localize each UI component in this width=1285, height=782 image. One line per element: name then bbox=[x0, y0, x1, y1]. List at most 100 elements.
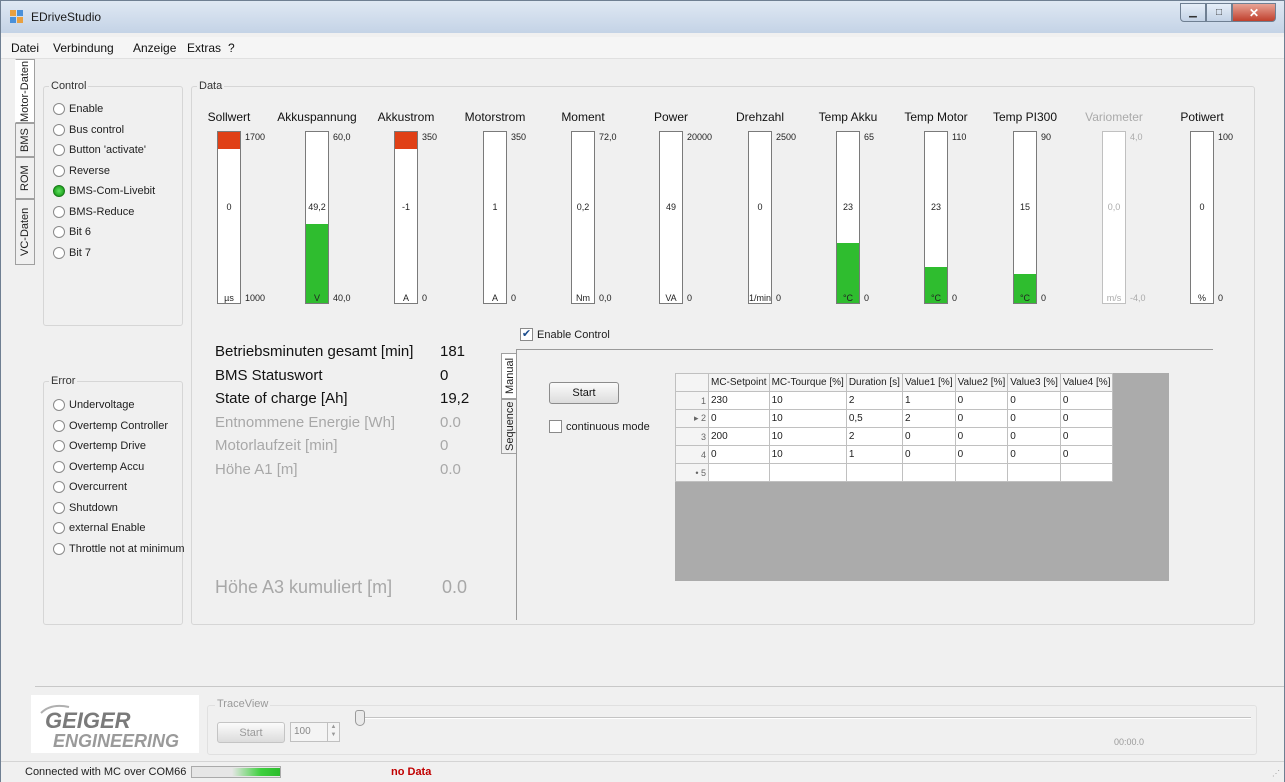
table-cell[interactable]: 0 bbox=[954, 427, 1009, 446]
control-radio[interactable]: Reverse bbox=[53, 164, 110, 178]
meter-max: 350 bbox=[422, 132, 438, 142]
column-header[interactable]: Value1 [%] bbox=[901, 373, 956, 392]
table-cell[interactable] bbox=[1059, 463, 1114, 482]
column-header[interactable]: Value3 [%] bbox=[1007, 373, 1061, 392]
meter-max: 110 bbox=[952, 132, 967, 142]
menu-anzeige[interactable]: Anzeige bbox=[133, 41, 176, 55]
control-radio[interactable]: Bit 7 bbox=[53, 246, 91, 260]
table-cell[interactable]: 10 bbox=[768, 409, 847, 428]
table-cell[interactable]: 0,5 bbox=[845, 409, 903, 428]
trace-count-stepper[interactable]: 100 ▲ ▼ bbox=[290, 722, 340, 742]
table-cell[interactable]: 0 bbox=[954, 391, 1009, 410]
table-cell[interactable]: 0 bbox=[1007, 409, 1061, 428]
table-cell[interactable]: 0 bbox=[901, 427, 956, 446]
table-row[interactable]: 1 230 10 2 1 0 0 0 bbox=[675, 391, 1114, 410]
control-radio[interactable]: BMS-Reduce bbox=[53, 205, 134, 219]
stat-value: 0 bbox=[440, 437, 449, 454]
control-radio[interactable]: Enable bbox=[53, 102, 103, 116]
table-cell[interactable]: 10 bbox=[768, 427, 847, 446]
maximize-button[interactable]: □ bbox=[1206, 3, 1232, 22]
traceview-label: TraceView bbox=[215, 698, 271, 710]
table-cell[interactable] bbox=[1007, 463, 1061, 482]
table-cell[interactable]: 0 bbox=[1059, 391, 1114, 410]
stat-label: Entnommene Energie [Wh] bbox=[215, 413, 396, 431]
table-cell[interactable]: 0 bbox=[1007, 391, 1061, 410]
control-radio[interactable]: BMS-Com-Livebit bbox=[53, 184, 155, 198]
spin-arrows-icon[interactable]: ▲ ▼ bbox=[327, 723, 339, 741]
tab-motor-daten[interactable]: Motor-Daten bbox=[15, 59, 35, 123]
table-cell[interactable]: 0 bbox=[1007, 445, 1061, 464]
meter-title: Temp PI300 bbox=[992, 110, 1058, 124]
tab-bms[interactable]: BMS bbox=[15, 123, 35, 157]
control-radio[interactable]: Button 'activate' bbox=[53, 143, 146, 157]
control-radio-label: Bit 7 bbox=[69, 246, 92, 259]
row-header[interactable]: 1 bbox=[675, 391, 709, 410]
menu-datei[interactable]: Datei bbox=[11, 41, 39, 55]
row-header[interactable]: • 5 bbox=[675, 463, 709, 482]
table-cell[interactable]: 2 bbox=[845, 427, 903, 446]
table-cell[interactable] bbox=[845, 463, 903, 482]
hoehe-a3-value: 0.0 bbox=[442, 577, 468, 597]
row-header[interactable]: 3 bbox=[675, 427, 709, 446]
trace-start-button[interactable]: Start bbox=[217, 722, 285, 743]
table-cell[interactable]: 1 bbox=[845, 445, 903, 464]
table-cell[interactable]: 1 bbox=[901, 391, 956, 410]
enable-control-checkbox[interactable]: ✔ Enable Control bbox=[520, 328, 610, 341]
table-cell[interactable]: 2 bbox=[901, 409, 956, 428]
menu-verbindung[interactable]: Verbindung bbox=[53, 41, 114, 55]
control-radio[interactable]: Bus control bbox=[53, 123, 124, 137]
column-header[interactable]: Value2 [%] bbox=[954, 373, 1009, 392]
table-cell[interactable]: 0 bbox=[1059, 445, 1114, 464]
column-header[interactable]: MC-Setpoint bbox=[708, 373, 770, 392]
row-header[interactable]: 4 bbox=[675, 445, 709, 464]
table-cell[interactable]: 0 bbox=[901, 445, 956, 464]
column-header[interactable]: Value4 [%] bbox=[1059, 373, 1114, 392]
table-cell[interactable]: 200 bbox=[708, 427, 770, 446]
meter-bar bbox=[748, 131, 772, 304]
data-group-label: Data bbox=[197, 80, 225, 92]
column-header[interactable]: MC-Tourque [%] bbox=[768, 373, 847, 392]
control-radio[interactable]: Bit 6 bbox=[53, 225, 91, 239]
table-cell[interactable]: 0 bbox=[954, 445, 1009, 464]
table-cell[interactable]: 10 bbox=[768, 445, 847, 464]
minimize-button[interactable]: ▁ bbox=[1180, 3, 1206, 22]
menu-help[interactable]: ? bbox=[228, 41, 235, 55]
table-row[interactable]: ▸ 2 0 10 0,5 2 0 0 0 bbox=[675, 409, 1114, 428]
meter-bar bbox=[1013, 131, 1037, 304]
table-row[interactable]: • 5 bbox=[675, 463, 1114, 482]
corner-cell[interactable] bbox=[675, 373, 709, 392]
table-cell[interactable] bbox=[708, 463, 770, 482]
table-cell[interactable] bbox=[768, 463, 847, 482]
meter-unit: µs bbox=[224, 293, 234, 303]
sequence-start-button[interactable]: Start bbox=[549, 382, 619, 404]
tab-vc-daten[interactable]: VC-Daten bbox=[15, 199, 35, 265]
menu-extras[interactable]: Extras bbox=[187, 41, 221, 55]
table-cell[interactable]: 0 bbox=[1007, 427, 1061, 446]
table-row[interactable]: 4 0 10 1 0 0 0 0 bbox=[675, 445, 1114, 464]
table-cell[interactable]: 0 bbox=[954, 409, 1009, 428]
stat-value: 181 bbox=[440, 343, 466, 360]
trace-slider-track[interactable] bbox=[361, 717, 1251, 719]
table-cell[interactable] bbox=[901, 463, 956, 482]
table-cell[interactable]: 2 bbox=[845, 391, 903, 410]
resize-grip-icon[interactable]: ⋰ bbox=[1272, 769, 1280, 778]
stat-label: BMS Statuswort bbox=[215, 366, 323, 384]
table-cell[interactable]: 0 bbox=[708, 445, 770, 464]
row-header[interactable]: ▸ 2 bbox=[675, 409, 709, 428]
app-icon bbox=[10, 10, 23, 23]
column-header[interactable]: Duration [s] bbox=[845, 373, 903, 392]
table-row[interactable]: 3 200 10 2 0 0 0 0 bbox=[675, 427, 1114, 446]
meter-min: 0 bbox=[687, 293, 693, 303]
table-cell[interactable]: 230 bbox=[708, 391, 770, 410]
continuous-mode-checkbox[interactable]: continuous mode bbox=[549, 420, 650, 433]
table-cell[interactable]: 0 bbox=[1059, 427, 1114, 446]
radio-indicator-icon bbox=[53, 542, 65, 555]
table-cell[interactable]: 0 bbox=[708, 409, 770, 428]
trace-slider-thumb[interactable] bbox=[355, 710, 365, 726]
table-cell[interactable] bbox=[954, 463, 1009, 482]
close-button[interactable]: ✕ bbox=[1232, 3, 1276, 22]
table-cell[interactable]: 10 bbox=[768, 391, 847, 410]
table-cell[interactable]: 0 bbox=[1059, 409, 1114, 428]
tab-rom[interactable]: ROM bbox=[15, 157, 35, 199]
data-status: no Data bbox=[391, 766, 432, 778]
